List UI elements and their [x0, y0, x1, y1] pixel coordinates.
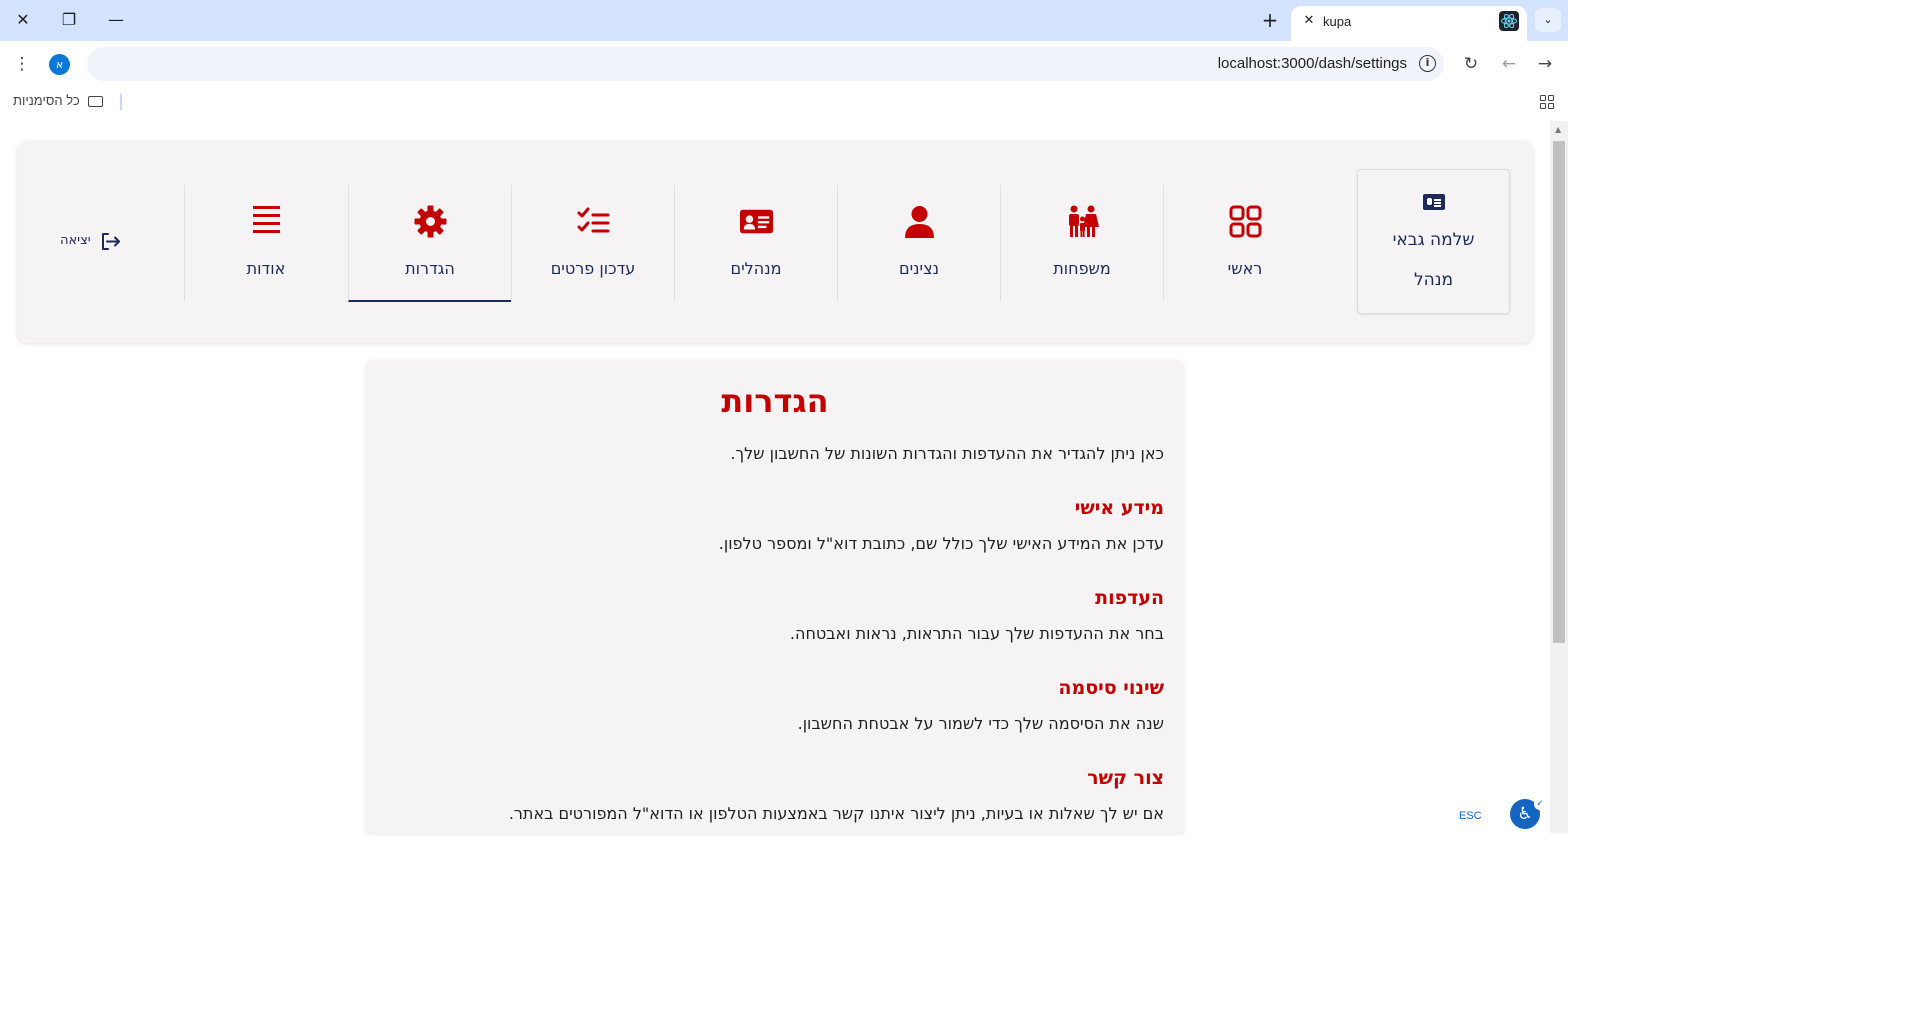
section-title-preferences: העדפות	[1095, 587, 1164, 609]
logout-icon	[102, 233, 120, 250]
tab-title: kupa	[1323, 14, 1352, 29]
nav-label-update-details: עדכון פרטים	[550, 259, 636, 278]
url-text[interactable]: localhost:3000/dash/settings	[1218, 55, 1407, 72]
new-tab-button[interactable]: +	[1258, 9, 1282, 31]
scroll-up-icon[interactable]: ▲	[1555, 125, 1561, 134]
nav-item-representatives[interactable]: נצינים	[837, 185, 1000, 301]
section-title-personal-info: מידע אישי	[1074, 497, 1164, 519]
minimize-window-icon[interactable]: —	[105, 9, 127, 31]
grid-icon	[1229, 205, 1262, 238]
intro-text: כאן ניתן להגדיר את ההעדפות והגדרות השונו…	[730, 444, 1164, 463]
checklist-icon	[577, 207, 610, 233]
browser-tab[interactable]: ✕ kupa	[1291, 6, 1527, 41]
menu-lines-icon	[253, 206, 280, 233]
close-window-icon[interactable]: ✕	[12, 9, 34, 31]
section-title-contact: צור קשר	[1087, 767, 1164, 789]
user-role: מנהל	[1413, 270, 1454, 290]
section-text-preferences: בחר את ההעדפות שלך עבור התראות, נראות וא…	[789, 624, 1164, 643]
nav-item-home[interactable]: ראשי	[1163, 185, 1326, 301]
id-card-icon	[740, 209, 773, 234]
browser-toolbar: ⋮ ☆ ⧉ localhost:3000/dash/settings i ↻ ←…	[0, 41, 1568, 87]
user-name: שלמה גבאי	[1392, 230, 1475, 250]
nav-item-update-details[interactable]: עדכון פרטים	[511, 185, 674, 301]
forward-arrow-icon[interactable]: →	[1533, 52, 1557, 76]
section-text-change-password: שנה את הסיסמה שלך כדי לשמור על אבטחת החש…	[797, 714, 1164, 733]
back-arrow-icon[interactable]: ←	[1497, 52, 1521, 76]
site-info-icon[interactable]: i	[1419, 55, 1436, 72]
app-navbar: שלמה גבאי מנהל ראשי משפחות נצינים מנהלים…	[17, 141, 1533, 343]
section-text-personal-info: עדכן את המידע האישי שלך כולל שם, כתובת ד…	[718, 534, 1164, 553]
all-bookmarks-link[interactable]: כל הסימניות	[13, 93, 80, 108]
user-id-icon	[1423, 194, 1445, 210]
address-bar[interactable]: localhost:3000/dash/settings i	[87, 47, 1444, 81]
scroll-thumb[interactable]	[1553, 141, 1565, 643]
section-text-contact: אם יש לך שאלות או בעיות, ניתן ליצור איתנ…	[508, 804, 1164, 823]
nav-item-about[interactable]: אודות	[184, 185, 347, 301]
react-favicon-icon	[1499, 11, 1519, 31]
nav-label-home: ראשי	[1227, 259, 1263, 278]
apps-grid-icon[interactable]	[1540, 95, 1554, 109]
nav-label-managers: מנהלים	[730, 259, 782, 278]
logout-button[interactable]: יציאה	[60, 231, 122, 253]
page-scrollbar[interactable]: ▲	[1550, 121, 1568, 833]
nav-label-about: אודות	[246, 259, 286, 278]
bookmarks-bar: כל הסימניות	[0, 87, 1568, 117]
nav-item-families[interactable]: משפחות	[1000, 185, 1163, 301]
nav-item-settings[interactable]: הגדרות	[348, 185, 511, 302]
tab-search-button[interactable]: ⌄	[1535, 8, 1561, 32]
nav-label-settings: הגדרות	[405, 259, 455, 278]
page-title: הגדרות	[721, 382, 829, 420]
user-card: שלמה גבאי מנהל	[1357, 169, 1510, 314]
reload-icon[interactable]: ↻	[1459, 52, 1483, 76]
section-title-change-password: שינוי סיסמה	[1058, 677, 1164, 699]
kebab-menu-icon[interactable]: ⋮	[10, 52, 34, 76]
person-icon	[905, 206, 934, 238]
tab-close-icon[interactable]: ✕	[1300, 13, 1318, 28]
settings-content-card: הגדרות כאן ניתן להגדיר את ההעדפות והגדרו…	[366, 360, 1184, 833]
nav-label-representatives: נצינים	[898, 259, 940, 278]
nav-label-families: משפחות	[1053, 259, 1111, 278]
check-badge-icon: ✓	[1534, 798, 1546, 810]
bookmarks-divider	[120, 94, 122, 110]
nav-item-managers[interactable]: מנהלים	[674, 185, 837, 301]
profile-avatar[interactable]: א	[49, 54, 70, 75]
folder-icon[interactable]	[88, 96, 103, 107]
family-icon	[1069, 205, 1099, 237]
browser-titlebar: ✕ ❐ — + ✕ kupa ⌄	[0, 0, 1568, 41]
restore-window-icon[interactable]: ❐	[58, 9, 80, 31]
logout-label: יציאה	[60, 233, 91, 248]
gear-icon	[414, 205, 447, 238]
esc-hint[interactable]: ESC	[1459, 810, 1482, 822]
